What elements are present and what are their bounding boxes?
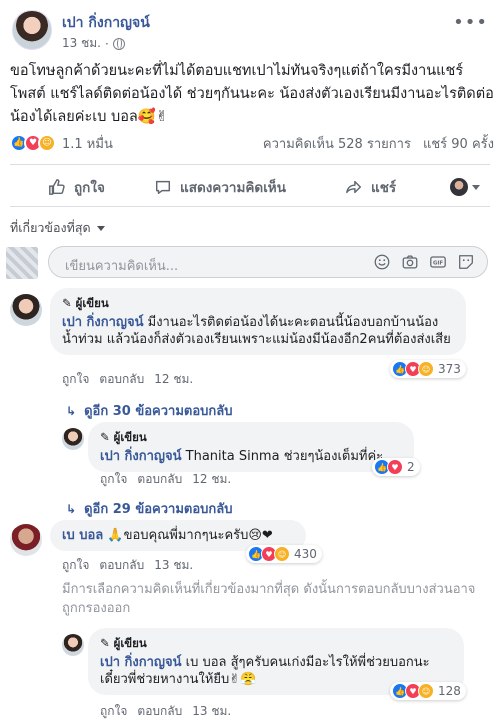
care-reaction-icon: ☺ — [418, 683, 434, 699]
comment-button[interactable]: แสดงความคิดเห็น — [154, 176, 286, 198]
comment-time[interactable]: 13 ชม. — [154, 556, 193, 575]
comment-time[interactable]: 12 ชม. — [154, 370, 193, 389]
reply-arrow-icon: ↳ — [66, 501, 77, 516]
like-button[interactable]: ถูกใจ — [48, 176, 105, 198]
commenter-name[interactable]: เบ บอล — [62, 528, 103, 543]
post-header: เปา กิ่งกาญจน์ 13 ชม. · ••• — [10, 8, 490, 52]
post-meta: 13 ชม. · — [62, 34, 125, 53]
commenter-avatar[interactable] — [10, 524, 42, 556]
love-reaction-icon: ♥ — [387, 459, 403, 475]
commenter-avatar[interactable] — [62, 634, 84, 656]
comment-reaction-count: 2 — [407, 460, 415, 474]
comment-placeholder: เขียนความคิดเห็น... — [65, 259, 179, 274]
divider — [10, 164, 490, 165]
commenter-avatar[interactable] — [10, 294, 42, 326]
comment-actions: ถูกใจ ตอบกลับ 13 ชม. — [62, 556, 193, 575]
comment-reaction-count: 128 — [438, 684, 461, 698]
care-reaction-icon: ☺ — [418, 361, 434, 377]
post-time[interactable]: 13 ชม. — [62, 34, 101, 53]
pen-icon: ✎ — [100, 636, 110, 650]
reply-bubble: ✎ ผู้เขียน เปา กิ่งกาญจน์ Thanita Sinma … — [88, 422, 414, 472]
comment-reactions[interactable]: 👍 ♥ 2 — [372, 458, 420, 476]
comment-reply-link[interactable]: ตอบกลับ — [137, 702, 182, 721]
camera-icon[interactable] — [401, 253, 419, 271]
sticker-icon[interactable] — [457, 253, 475, 271]
commenter-name[interactable]: เปา กิ่งกาญจน์ — [100, 449, 182, 464]
comment-like-link[interactable]: ถูกใจ — [62, 370, 89, 389]
like-label: ถูกใจ — [74, 180, 105, 196]
comment-like-link[interactable]: ถูกใจ — [62, 556, 89, 575]
share-label: แชร์ — [371, 180, 397, 196]
care-reaction-icon: ☺ — [274, 546, 290, 562]
comment-actions: ถูกใจ ตอบกลับ 12 ชม. — [62, 370, 193, 389]
reply-arrow-icon: ↳ — [66, 403, 77, 418]
share-icon — [346, 180, 362, 194]
commenter-name[interactable]: เปา กิ่งกาญจน์ — [100, 655, 182, 670]
post-author-name[interactable]: เปา กิ่งกาญจน์ — [62, 12, 150, 34]
comment-time[interactable]: 12 ชม. — [192, 470, 231, 489]
svg-text:GIF: GIF — [433, 261, 443, 267]
comment-like-link[interactable]: ถูกใจ — [100, 702, 127, 721]
shares-count[interactable]: แชร์ 90 ครั้ง — [423, 133, 494, 154]
filtered-replies-notice: มีการเลือกความคิดเห็นที่เกี่ยวข้องมากที่… — [62, 582, 476, 616]
commenter-avatar[interactable] — [62, 428, 84, 450]
comment-like-link[interactable]: ถูกใจ — [100, 470, 127, 489]
reactions-count[interactable]: 1.1 หมื่น — [62, 133, 113, 154]
view-more-replies-label: ดูอีก 29 ข้อความตอบกลับ — [84, 502, 233, 517]
more-options-icon[interactable]: ••• — [453, 12, 488, 33]
comment-reply-link[interactable]: ตอบกลับ — [99, 556, 144, 575]
globe-icon[interactable] — [112, 37, 125, 50]
comment-time[interactable]: 13 ชม. — [192, 702, 231, 721]
author-badge-label: ผู้เขียน — [113, 430, 147, 444]
view-more-replies[interactable]: ↳ ดูอีก 30 ข้อความตอบกลับ — [66, 400, 232, 421]
comment-reactions[interactable]: 👍 ♥ ☺ 128 — [390, 682, 466, 700]
view-more-replies[interactable]: ↳ ดูอีก 29 ข้อความตอบกลับ — [66, 498, 232, 519]
comment-filter-dropdown[interactable]: ที่เกี่ยวข้องที่สุด — [10, 218, 105, 238]
author-avatar[interactable] — [12, 10, 52, 50]
comment-icon — [155, 180, 171, 195]
comment-reaction-count: 430 — [294, 547, 317, 561]
comment-reply-link[interactable]: ตอบกลับ — [137, 470, 182, 489]
comment-actions: ถูกใจ ตอบกลับ 12 ชม. — [100, 470, 231, 489]
author-badge: ✎ ผู้เขียน — [100, 429, 402, 446]
viewer-avatar — [450, 178, 468, 196]
thumbs-up-icon — [49, 179, 65, 195]
comment-reactions[interactable]: 👍 ♥ ☺ 373 — [390, 360, 466, 378]
commenter-name[interactable]: เปา กิ่งกาญจน์ — [62, 315, 144, 330]
pen-icon: ✎ — [100, 430, 110, 444]
comment-bubble: ✎ ผู้เขียน เปา กิ่งกาญจน์ มีงานอะไรติดต่… — [50, 288, 466, 355]
comment-text: 🙏ขอบคุณพี่มากๆนะครับ😢❤ — [107, 528, 273, 543]
post-actions: ถูกใจ แสดงความคิดเห็น แชร์ — [10, 170, 490, 204]
emoji-icon[interactable] — [373, 253, 391, 271]
pen-icon: ✎ — [62, 296, 72, 310]
comment-reply-link[interactable]: ตอบกลับ — [99, 370, 144, 389]
comment-actions: ถูกใจ ตอบกลับ 13 ชม. — [100, 702, 231, 721]
dot-separator: · — [104, 36, 109, 51]
divider — [10, 206, 490, 207]
author-badge-label: ผู้เขียน — [113, 636, 147, 650]
gif-icon[interactable]: GIF — [429, 253, 447, 271]
caret-down-icon — [472, 184, 480, 190]
author-badge: ✎ ผู้เขียน — [62, 295, 454, 312]
comment-label: แสดงความคิดเห็น — [180, 180, 286, 196]
comment-reaction-count: 373 — [438, 362, 461, 376]
share-button[interactable]: แชร์ — [345, 176, 396, 198]
post-body-text: ขอโทษลูกค้าด้วยนะคะที่ไม่ได้ตอบแชทเปาไม่… — [10, 63, 494, 125]
care-reaction-icon: ☺ — [38, 134, 56, 152]
comment-reactions[interactable]: 👍 ♥ ☺ 430 — [246, 545, 322, 563]
reaction-icons[interactable]: 👍 ♥ ☺ — [10, 134, 56, 152]
view-more-replies-label: ดูอีก 30 ข้อความตอบกลับ — [84, 404, 233, 419]
comment-text: Thanita Sinma ช่วยๆน้องเต็มที่ค่ะ — [185, 449, 384, 464]
comment-input[interactable]: เขียนความคิดเห็น... GIF — [48, 246, 488, 278]
reaction-as-selector[interactable] — [450, 178, 480, 196]
comment-composer: เขียนความคิดเห็น... GIF — [6, 243, 490, 281]
author-badge: ✎ ผู้เขียน — [100, 635, 452, 652]
viewer-avatar — [6, 247, 38, 279]
caret-down-icon — [96, 225, 105, 231]
author-badge-label: ผู้เขียน — [75, 296, 109, 310]
filter-label: ที่เกี่ยวข้องที่สุด — [10, 220, 91, 235]
comments-count[interactable]: ความคิดเห็น 528 รายการ — [263, 133, 411, 154]
post-stats: 👍 ♥ ☺ 1.1 หมื่น ความคิดเห็น 528 รายการ แ… — [10, 132, 494, 154]
